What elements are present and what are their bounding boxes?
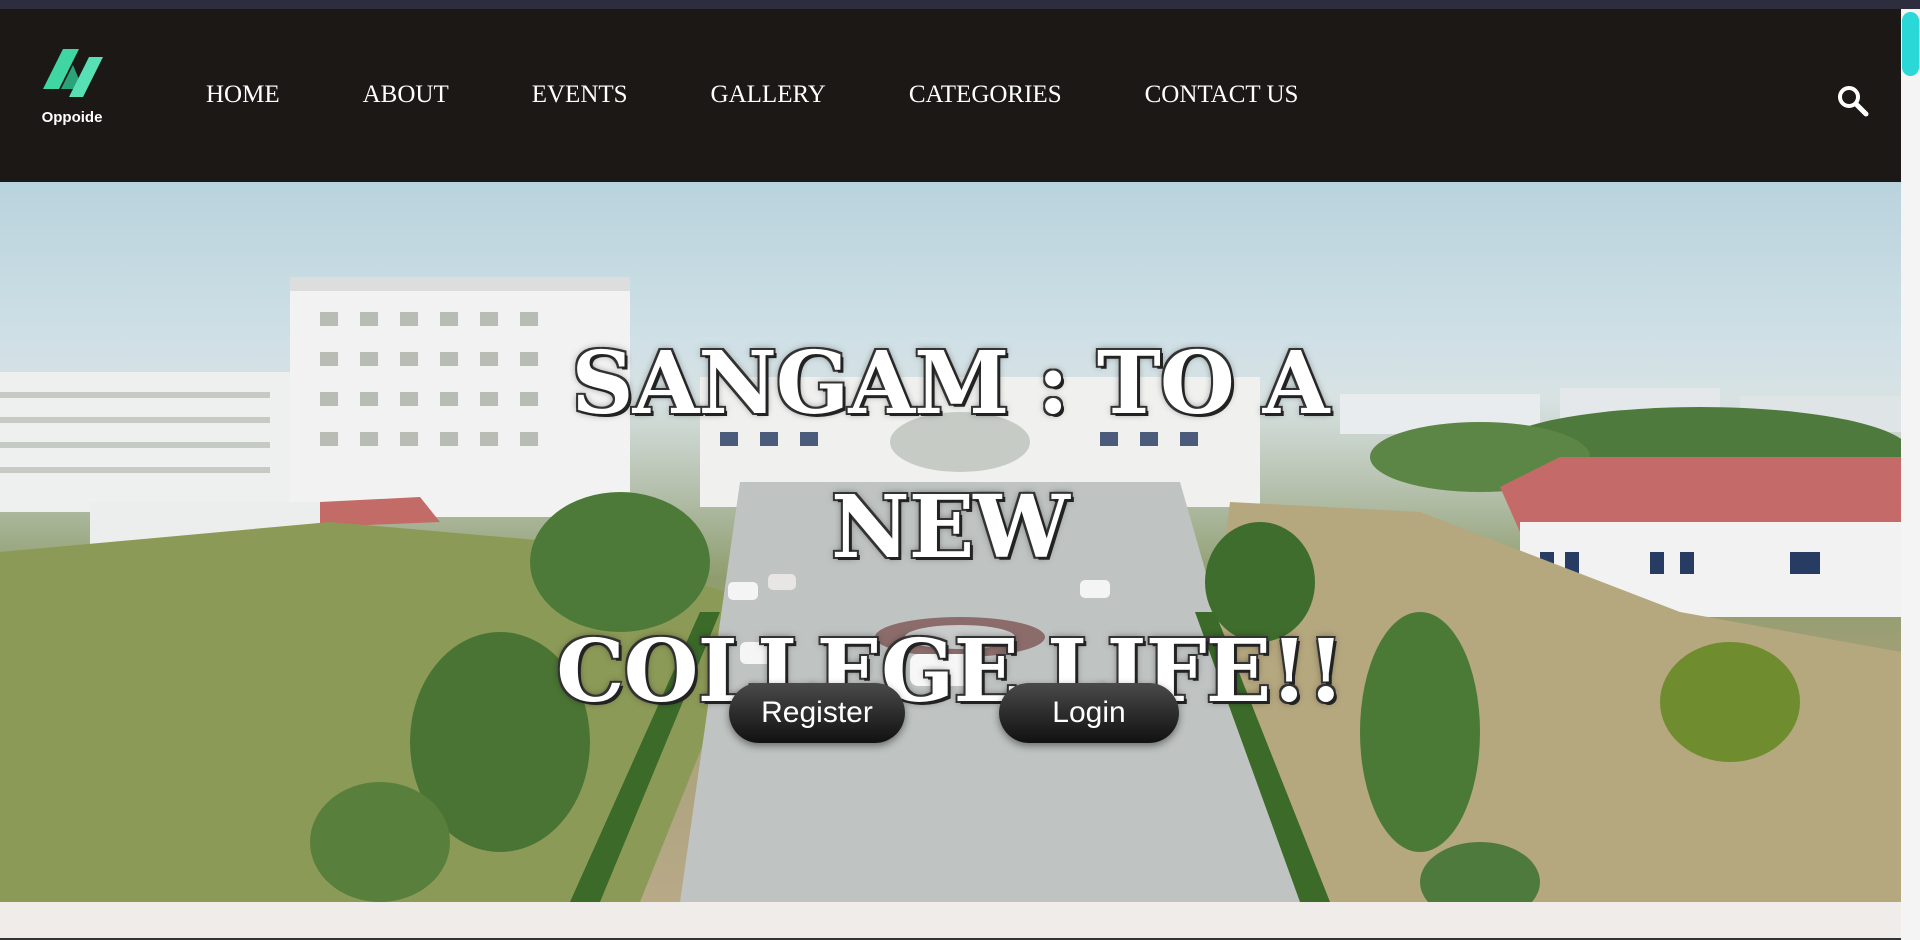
brand-name: Oppoide — [41, 109, 103, 126]
search-icon — [1838, 86, 1869, 117]
nav-link-gallery[interactable]: GALLERY — [711, 81, 826, 109]
nav-link-contact-us[interactable]: CONTACT US — [1145, 81, 1299, 109]
nav-link-events[interactable]: EVENTS — [532, 81, 628, 109]
nav-link-home[interactable]: HOME — [206, 81, 280, 109]
search-button[interactable] — [1836, 84, 1870, 118]
login-button[interactable]: Login — [999, 683, 1179, 743]
scrollbar-thumb[interactable] — [1902, 12, 1919, 76]
hero-title: SANGAM : TO A NEW COLLEGE LIFE!! — [470, 312, 1430, 744]
nav-link-about[interactable]: ABOUT — [363, 81, 449, 109]
hero-title-line1: SANGAM : TO A NEW — [571, 333, 1329, 578]
hero-title-line2: COLLEGE LIFE!! — [556, 621, 1345, 722]
brand[interactable]: Oppoide — [38, 43, 106, 126]
nav-link-categories[interactable]: CATEGORIES — [909, 81, 1062, 109]
page-section-below-hero — [0, 902, 1901, 938]
scrollbar-track[interactable] — [1901, 9, 1920, 940]
browser-top-strip — [0, 0, 1920, 9]
main-nav: HOME ABOUT EVENTS GALLERY CATEGORIES CON… — [206, 81, 1381, 109]
navbar: Oppoide HOME ABOUT EVENTS GALLERY CATEGO… — [0, 9, 1901, 182]
register-button[interactable]: Register — [729, 683, 905, 743]
hero-banner: SANGAM : TO A NEW COLLEGE LIFE!! Registe… — [0, 182, 1901, 902]
oppoide-logo-icon — [43, 49, 103, 97]
